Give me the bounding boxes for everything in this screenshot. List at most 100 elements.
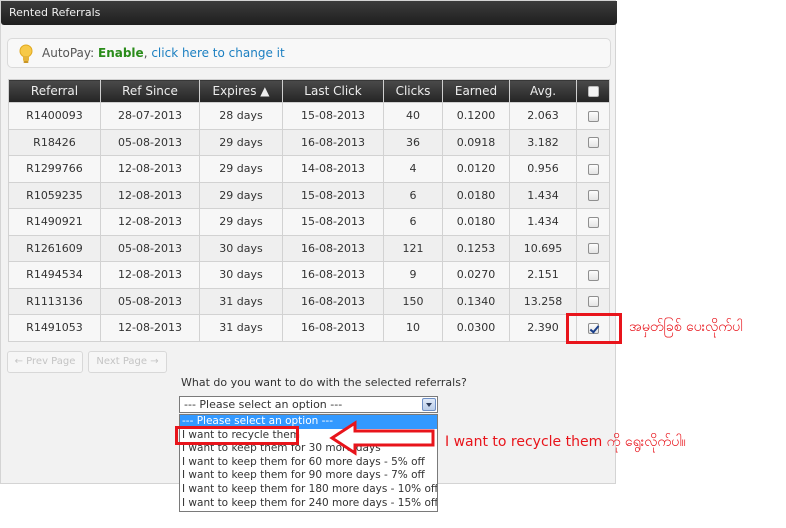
table-row: R1491053 12-08-2013 31 days 16-08-2013 10 0.0… — [8, 314, 610, 342]
column-header-expires[interactable]: Expires ▲ — [199, 79, 283, 103]
row-checkbox[interactable] — [587, 163, 599, 175]
referral-cell: R1400093 — [8, 102, 101, 130]
table-row: R1494534 12-08-2013 30 days 16-08-2013 9 0.02… — [8, 261, 610, 289]
avg-cell: 1.434 — [509, 208, 577, 236]
earned-cell: 0.0180 — [442, 181, 510, 209]
last-click-cell: 16-08-2013 — [282, 261, 384, 289]
ref-since-cell: 12-08-2013 — [100, 181, 200, 209]
last-click-cell: 16-08-2013 — [282, 287, 384, 315]
checkbox-annotation: အမှတ်ခြစ် ပေးလိုက်ပါ — [629, 319, 743, 335]
clicks-cell: 6 — [383, 208, 443, 236]
row-checkbox[interactable] — [587, 269, 599, 281]
select-all-checkbox[interactable] — [587, 86, 599, 97]
clicks-cell: 40 — [383, 102, 443, 130]
dropdown-option[interactable]: I want to keep them for 60 more days - 5… — [180, 456, 437, 470]
checkbox-highlight-box — [566, 313, 622, 344]
clicks-cell: 4 — [383, 155, 443, 183]
earned-cell: 0.1340 — [442, 287, 510, 315]
autopay-bar: AutoPay: Enable, click here to change it — [7, 38, 611, 68]
dropdown-option[interactable]: I want to keep them for 240 more days - … — [180, 497, 437, 511]
avg-cell: 3.182 — [509, 128, 577, 156]
ref-since-cell: 12-08-2013 — [100, 314, 200, 342]
referral-cell: R1491053 — [8, 314, 101, 342]
autopay-status: Enable — [98, 46, 144, 60]
expires-cell: 29 days — [199, 208, 283, 236]
column-header-last-click[interactable]: Last Click — [282, 79, 384, 103]
recycle-option-highlight-box — [175, 426, 299, 445]
action-question: What do you want to do with the selected… — [181, 376, 467, 389]
select-cell — [576, 287, 610, 315]
row-checkbox[interactable] — [587, 190, 599, 202]
chevron-down-icon[interactable] — [422, 398, 436, 411]
expires-cell: 31 days — [199, 314, 283, 342]
column-header-earned[interactable]: Earned — [442, 79, 510, 103]
column-header-ref-since[interactable]: Ref Since — [100, 79, 200, 103]
table-row: R1113136 05-08-2013 31 days 16-08-2013 150 0.… — [8, 287, 610, 315]
clicks-cell: 6 — [383, 181, 443, 209]
expires-cell: 29 days — [199, 128, 283, 156]
ref-since-cell: 12-08-2013 — [100, 208, 200, 236]
referral-cell: R1059235 — [8, 181, 101, 209]
earned-cell: 0.0120 — [442, 155, 510, 183]
avg-cell: 2.151 — [509, 261, 577, 289]
avg-cell: 2.063 — [509, 102, 577, 130]
expires-cell: 30 days — [199, 234, 283, 262]
earned-cell: 0.0918 — [442, 128, 510, 156]
expires-cell: 31 days — [199, 287, 283, 315]
referral-cell: R1113136 — [8, 287, 101, 315]
table-row: R1059235 12-08-2013 29 days 15-08-2013 6 0.01… — [8, 181, 610, 209]
referral-cell: R1490921 — [8, 208, 101, 236]
row-checkbox[interactable] — [587, 137, 599, 149]
autopay-label: AutoPay: — [42, 46, 98, 60]
avg-cell: 13.258 — [509, 287, 577, 315]
ref-since-cell: 12-08-2013 — [100, 261, 200, 289]
table-row: R1299766 12-08-2013 29 days 14-08-2013 4 0.01… — [8, 155, 610, 183]
select-cell — [576, 261, 610, 289]
ref-since-cell: 12-08-2013 — [100, 155, 200, 183]
column-header-avg[interactable]: Avg. — [509, 79, 577, 103]
select-all-header — [576, 79, 610, 103]
avg-cell: 10.695 — [509, 234, 577, 262]
change-autopay-link[interactable]: click here to change it — [151, 46, 284, 60]
clicks-cell: 36 — [383, 128, 443, 156]
next-page-button[interactable]: Next Page → — [88, 351, 167, 373]
referrals-table: Referral Ref Since Expires ▲ Last Click … — [8, 79, 610, 342]
table-header-row: Referral Ref Since Expires ▲ Last Click … — [8, 79, 610, 103]
last-click-cell: 15-08-2013 — [282, 102, 384, 130]
select-cell — [576, 102, 610, 130]
row-checkbox[interactable] — [587, 216, 599, 228]
earned-cell: 0.0180 — [442, 208, 510, 236]
table-row: R1261609 05-08-2013 30 days 16-08-2013 121 0.… — [8, 234, 610, 262]
ref-since-cell: 28-07-2013 — [100, 102, 200, 130]
table-row: R1490921 12-08-2013 29 days 15-08-2013 6 0.01… — [8, 208, 610, 236]
expires-cell: 29 days — [199, 155, 283, 183]
prev-page-button[interactable]: ← Prev Page — [7, 351, 83, 373]
table-row: R18426 05-08-2013 29 days 16-08-2013 36 0.091… — [8, 128, 610, 156]
ref-since-cell: 05-08-2013 — [100, 287, 200, 315]
expires-cell: 30 days — [199, 261, 283, 289]
expires-cell: 29 days — [199, 181, 283, 209]
row-checkbox[interactable] — [587, 110, 599, 122]
column-header-clicks[interactable]: Clicks — [383, 79, 443, 103]
referral-cell: R18426 — [8, 128, 101, 156]
clicks-cell: 9 — [383, 261, 443, 289]
earned-cell: 0.1253 — [442, 234, 510, 262]
dropdown-option[interactable]: I want to keep them for 90 more days - 7… — [180, 469, 437, 483]
table-row: R1400093 28-07-2013 28 days 15-08-2013 40 0.1… — [8, 102, 610, 130]
referral-cell: R1494534 — [8, 261, 101, 289]
last-click-cell: 14-08-2013 — [282, 155, 384, 183]
row-checkbox[interactable] — [587, 243, 599, 255]
earned-cell: 0.0300 — [442, 314, 510, 342]
expires-cell: 28 days — [199, 102, 283, 130]
last-click-cell: 16-08-2013 — [282, 128, 384, 156]
last-click-cell: 15-08-2013 — [282, 181, 384, 209]
column-header-referral[interactable]: Referral — [8, 79, 101, 103]
panel-title: Rented Referrals — [1, 1, 617, 25]
dropdown-option[interactable]: I want to keep them for 180 more days - … — [180, 483, 437, 497]
row-checkbox[interactable] — [587, 296, 599, 308]
action-select[interactable]: --- Please select an option --- — [179, 396, 438, 413]
clicks-cell: 10 — [383, 314, 443, 342]
last-click-cell: 16-08-2013 — [282, 314, 384, 342]
last-click-cell: 15-08-2013 — [282, 208, 384, 236]
select-cell — [576, 128, 610, 156]
